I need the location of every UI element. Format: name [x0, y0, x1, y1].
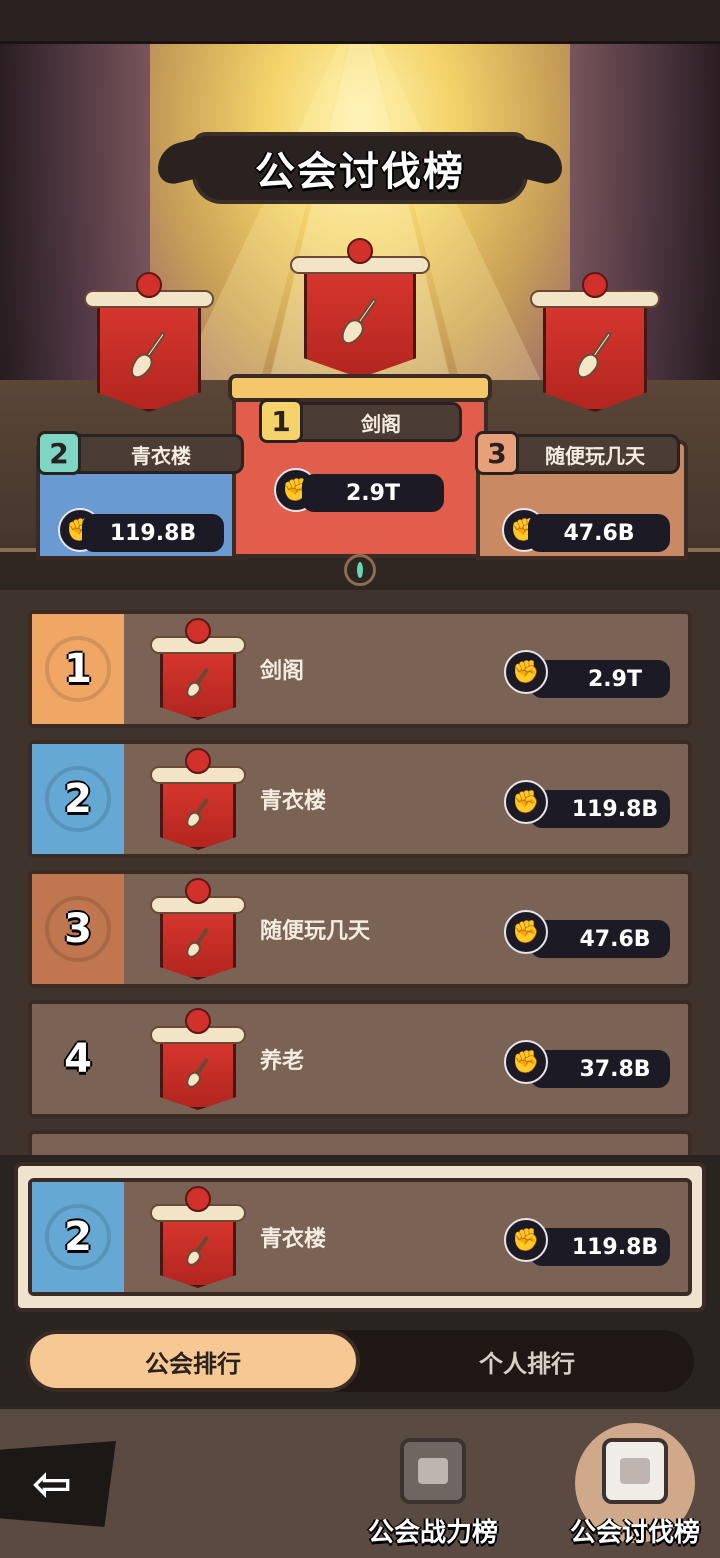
- bottom-nav: ⇦ 公会战力榜 公会讨伐榜: [0, 1405, 720, 1558]
- podium-name-tag-2: 2 青衣楼: [37, 431, 244, 475]
- guild-power: 47.6B: [530, 920, 670, 958]
- rank-cell: 2: [32, 1182, 124, 1292]
- guild-power: 37.8B: [530, 1050, 670, 1088]
- brush-icon: [182, 1233, 213, 1269]
- podium-name: 青衣楼: [131, 443, 191, 468]
- title-plate: 公会讨伐榜: [158, 132, 562, 204]
- nav-guild-power-ranking[interactable]: 公会战力榜: [348, 1429, 518, 1549]
- power-fist-icon: ✊: [504, 1218, 548, 1262]
- brush-icon: [182, 925, 213, 961]
- podium-power: 47.6B: [528, 514, 670, 552]
- chariot-icon: [602, 1438, 668, 1504]
- podium-name-tag-3: 3 随便玩几天: [475, 431, 680, 475]
- power-fist-icon: ✊: [504, 780, 548, 824]
- brush-icon: [182, 665, 213, 701]
- back-arrow-icon: ⇦: [31, 1456, 73, 1512]
- tab-guild-ranking[interactable]: 公会排行: [26, 1330, 360, 1392]
- rank-cell: 3: [32, 874, 124, 984]
- rank-cell: 1: [32, 614, 124, 724]
- podium-name: 剑阁: [361, 411, 401, 436]
- guild-banner: [150, 1186, 246, 1288]
- brush-icon: [126, 328, 171, 383]
- rank-cell: 2: [32, 744, 124, 854]
- podium-name-tag-1: 1 剑阁: [259, 399, 462, 443]
- brush-icon: [336, 293, 384, 349]
- brush-icon: [182, 1055, 213, 1091]
- list-item[interactable]: 4 养老 37.8B ✊: [28, 1000, 692, 1118]
- roof-beam: [0, 0, 720, 44]
- guild-name: 青衣楼: [260, 1227, 327, 1252]
- brush-icon: [182, 795, 213, 831]
- own-guild-panel: 2 青衣楼 119.8B ✊: [14, 1162, 706, 1312]
- rank-cell: 4: [32, 1004, 124, 1114]
- guild-banner: [150, 1008, 246, 1110]
- podium-stage: 公会讨伐榜 ✊ 119.8B ✊ 2.9T ✊ 47.6B 1 剑阁 2 青衣楼…: [0, 0, 720, 590]
- rank-chip-1: 1: [259, 399, 303, 443]
- list-item-partial[interactable]: [28, 1130, 692, 1155]
- list-item[interactable]: 2 青衣楼 119.8B ✊: [28, 740, 692, 858]
- rank-chip-3: 3: [475, 431, 519, 475]
- guild-name: 青衣楼: [260, 789, 327, 814]
- tab-personal-ranking[interactable]: 个人排行: [360, 1330, 694, 1392]
- back-button[interactable]: ⇦: [0, 1441, 116, 1527]
- list-item[interactable]: 1 剑阁 2.9T ✊: [28, 610, 692, 728]
- rank-chip-2: 2: [37, 431, 81, 475]
- guild-power: 2.9T: [530, 660, 670, 698]
- guild-power: 119.8B: [530, 790, 670, 828]
- guild-name: 随便玩几天: [260, 919, 371, 944]
- guild-name: 剑阁: [260, 659, 305, 684]
- stage-gem-icon: [344, 554, 376, 586]
- nav-guild-raid-ranking[interactable]: 公会讨伐榜: [550, 1423, 720, 1549]
- guild-banner-3: [530, 272, 660, 412]
- guild-banner-2: [84, 272, 214, 412]
- guild-banner: [150, 618, 246, 720]
- power-fist-icon: ✊: [504, 650, 548, 694]
- list-item[interactable]: 3 随便玩几天 47.6B ✊: [28, 870, 692, 988]
- podium-power: 119.8B: [82, 514, 224, 552]
- brush-icon: [572, 328, 617, 383]
- guild-name: 养老: [260, 1049, 305, 1074]
- own-guild-row[interactable]: 2 青衣楼 119.8B ✊: [28, 1178, 692, 1296]
- page-title: 公会讨伐榜: [255, 149, 465, 195]
- guild-banner-1: [290, 238, 430, 378]
- nav-label: 公会战力榜: [367, 1518, 498, 1548]
- power-fist-icon: ✊: [504, 1040, 548, 1084]
- podium-name: 随便玩几天: [545, 443, 645, 468]
- power-fist-icon: ✊: [504, 910, 548, 954]
- ranking-tabs: 公会排行 个人排行: [26, 1330, 694, 1392]
- podium-power: 2.9T: [302, 474, 444, 512]
- chariot-icon: [400, 1438, 466, 1504]
- ranking-list[interactable]: 1 剑阁 2.9T ✊ 2 青衣楼 119.8B ✊ 3 随便玩几天 47.6B…: [0, 590, 720, 1155]
- guild-banner: [150, 748, 246, 850]
- guild-power: 119.8B: [530, 1228, 670, 1266]
- nav-label: 公会讨伐榜: [569, 1518, 700, 1548]
- guild-banner: [150, 878, 246, 980]
